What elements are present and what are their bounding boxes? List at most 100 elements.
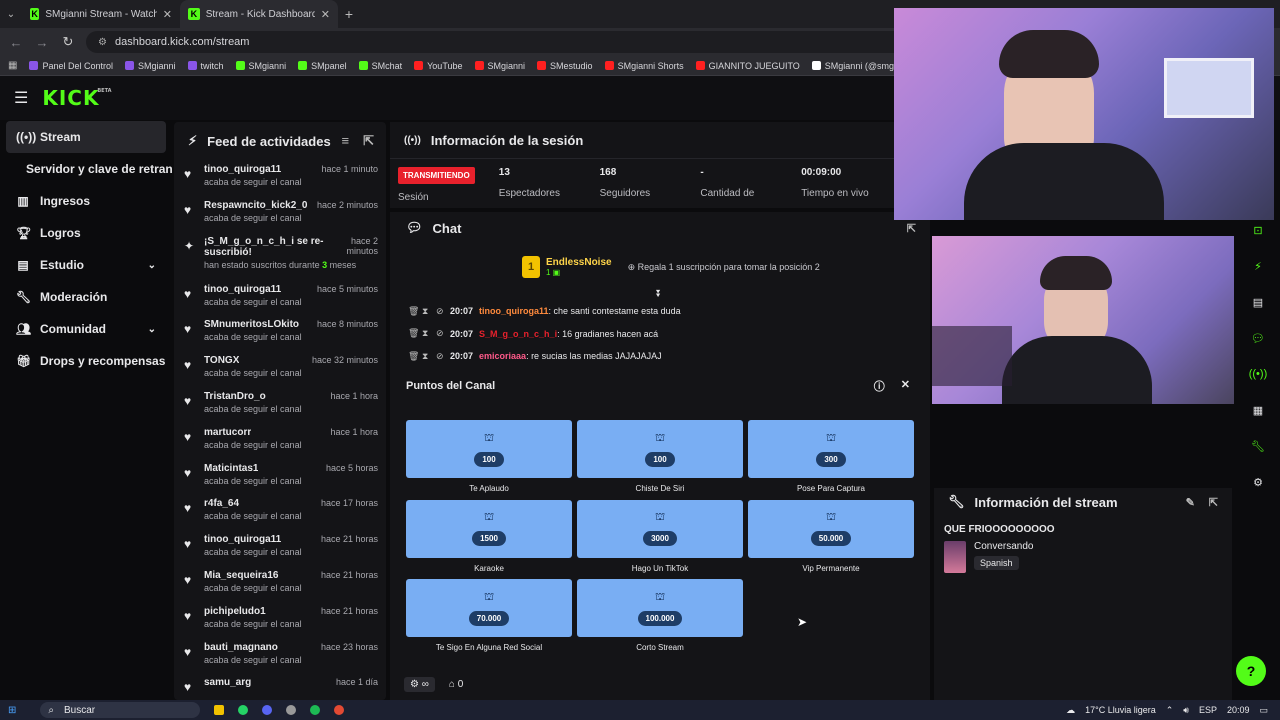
reward-box[interactable]: ⛫ 1500 <box>406 499 572 558</box>
url-field[interactable]: ⚙ dashboard.kick.com/stream <box>86 31 906 53</box>
reward-card[interactable]: ⛫ 100.000 Corto Stream <box>577 579 743 652</box>
bookmark-item[interactable]: SMgianni <box>474 61 525 71</box>
help-button[interactable]: ? <box>1236 656 1266 686</box>
back-icon[interactable]: ← <box>8 35 24 50</box>
forward-icon[interactable]: → <box>34 35 50 50</box>
feed-username[interactable]: TONGX <box>204 355 239 366</box>
sidebar-item-ingresos[interactable]: ▥ Ingresos <box>0 185 172 217</box>
reward-card[interactable]: ⛫ 70.000 Te Sigo En Alguna Red Social <box>406 579 572 652</box>
reward-box[interactable]: ⛫ 3000 <box>577 499 743 558</box>
ban-icon[interactable]: ⊘ <box>436 328 444 339</box>
bookmark-item[interactable]: SMgianni <box>125 61 176 71</box>
document-icon[interactable]: ▤ <box>1246 290 1270 314</box>
sidebar-item-stream[interactable]: ((•)) Stream <box>6 121 166 153</box>
language-indicator[interactable]: ESP <box>1199 705 1217 715</box>
reward-card[interactable]: ⛫ 100 Te Aplaudo <box>406 420 572 493</box>
close-icon[interactable]: ✕ <box>321 8 330 21</box>
feed-username[interactable]: tinoo_quiroga11 <box>204 534 281 545</box>
windows-start-icon[interactable]: ⊞ <box>8 705 16 716</box>
reward-card[interactable]: ⛫ 50.000 Vip Permanente <box>748 499 914 573</box>
bookmark-item[interactable]: SMgianni Shorts <box>604 61 684 71</box>
feed-username[interactable]: Respawncito_kick2_0 <box>204 200 307 211</box>
feed-username[interactable]: samu_arg <box>204 677 251 688</box>
bookmark-item[interactable]: YouTube <box>414 61 463 71</box>
popout-icon[interactable]: ⇱ <box>907 222 916 235</box>
spotify-icon[interactable] <box>310 705 321 715</box>
sidebar-item-drops[interactable]: 🎁︎ Drops y recompensas <box>0 345 172 377</box>
timeout-icon[interactable]: ⧗ <box>422 306 430 317</box>
reward-card[interactable]: ⛫ 100 Chiste De Siri <box>577 420 743 493</box>
edit-icon[interactable]: ✎ <box>1186 496 1195 509</box>
popout-icon[interactable]: ⇱ <box>1209 496 1218 509</box>
bookmark-item[interactable]: Panel Del Control <box>29 61 113 71</box>
sidebar-item-comunidad[interactable]: 👥︎ Comunidad ⌄ <box>0 313 172 345</box>
sidebar-item-logros[interactable]: 🏆︎ Logros <box>0 217 172 249</box>
sidebar-item-moderacion[interactable]: 🔧︎ Moderación <box>0 281 172 313</box>
bookmark-item[interactable]: twitch <box>187 61 224 71</box>
reward-box[interactable]: ⛫ 100 <box>577 420 743 478</box>
timeout-icon[interactable]: ⧗ <box>422 328 430 339</box>
tray-overflow-icon[interactable]: ⌃ <box>1166 705 1174 716</box>
close-icon[interactable]: ✕ <box>163 8 172 21</box>
reward-box[interactable]: ⛫ 50.000 <box>748 499 914 558</box>
bolt-icon[interactable]: ⚡︎ <box>1246 254 1270 278</box>
reward-card[interactable]: ⛫ 3000 Hago Un TikTok <box>577 499 743 573</box>
weather-text[interactable]: 17°C Lluvia ligera <box>1085 705 1156 715</box>
hamburger-menu-icon[interactable]: ☰ <box>14 88 28 108</box>
feed-username[interactable]: tinoo_quiroga11 <box>204 164 281 175</box>
people-icon[interactable]: ⚙ <box>1246 470 1270 494</box>
sidebar-item-estudio[interactable]: ▤ Estudio ⌄ <box>0 249 172 281</box>
reward-box[interactable]: ⛫ 300 <box>748 420 914 478</box>
taskbar-search[interactable]: ⌕ Buscar <box>40 702 201 718</box>
volume-icon[interactable]: 🔊︎ <box>1183 705 1189 716</box>
ban-icon[interactable]: ⊘ <box>436 351 444 362</box>
chat-username[interactable]: tinoo_quiroga11 <box>479 306 549 316</box>
apps-icon[interactable]: ▦ <box>8 60 17 71</box>
tab-kick-dashboard[interactable]: K Stream - Kick Dashboard ✕ <box>180 0 338 28</box>
popout-icon[interactable]: ⇱ <box>363 133 374 149</box>
site-info-icon[interactable]: ⚙ <box>98 37 107 48</box>
ban-icon[interactable]: ⊘ <box>436 306 444 317</box>
reload-icon[interactable]: ↻ <box>60 34 76 50</box>
bookmark-item[interactable]: SMgianni <box>235 61 286 71</box>
points-infinity-chip[interactable]: ⚙ ∞ <box>404 677 435 692</box>
reward-card[interactable]: ⛫ 1500 Karaoke <box>406 499 572 573</box>
chat-username[interactable]: emicoriaaa <box>479 351 526 361</box>
close-icon[interactable]: ✕ <box>901 378 910 394</box>
category-thumbnail[interactable] <box>944 541 966 573</box>
trash-icon[interactable]: 🗑︎ <box>408 306 419 317</box>
feed-username[interactable]: r4fa_64 <box>204 498 239 509</box>
tab-search-icon[interactable]: ⌄ <box>0 9 22 20</box>
feed-username[interactable]: tinoo_quiroga11 <box>204 284 281 295</box>
bookmark-item[interactable]: GIANNITO JUEGUITO <box>695 61 800 71</box>
bookmark-item[interactable]: SMestudio <box>537 61 593 71</box>
bookmark-item[interactable]: SMpanel <box>298 61 347 71</box>
broadcast-icon[interactable]: ((•)) <box>1246 362 1270 386</box>
grid-icon[interactable]: ▦ <box>1246 398 1270 422</box>
tab-kick-watch[interactable]: K SMgianni Stream - Watch Live o ✕ <box>22 0 180 28</box>
info-icon[interactable]: ⓘ <box>874 378 885 394</box>
feed-username[interactable]: Maticintas1 <box>204 463 258 474</box>
whatsapp-icon[interactable] <box>238 705 249 715</box>
chrome-icon[interactable] <box>334 705 345 715</box>
bookmark-item[interactable]: SMchat <box>358 61 402 71</box>
reward-box[interactable]: ⛫ 70.000 <box>406 579 572 637</box>
reward-box[interactable]: ⛫ 100.000 <box>577 579 743 637</box>
chat-username[interactable]: S_M_g_o_n_c_h_i <box>479 329 557 339</box>
discord-icon[interactable] <box>262 705 273 715</box>
obs-icon[interactable] <box>286 705 297 715</box>
timeout-icon[interactable]: ⧗ <box>422 351 430 362</box>
feed-username[interactable]: SMnumeritosLOkito <box>204 319 299 330</box>
camera-icon[interactable]: ⊡ <box>1246 218 1270 242</box>
kick-logo[interactable]: KICK BETA <box>42 86 111 110</box>
filter-icon[interactable]: ≡ <box>342 133 350 149</box>
notifications-icon[interactable]: ▭ <box>1259 705 1268 716</box>
reward-box[interactable]: ⛫ 100 <box>406 420 572 478</box>
wrench-icon[interactable]: 🔧︎ <box>1246 434 1270 458</box>
stream-preview[interactable] <box>932 236 1234 404</box>
new-tab-icon[interactable]: + <box>338 6 360 22</box>
feed-username[interactable]: TristanDro_o <box>204 391 266 402</box>
sidebar-item-server-key[interactable]: Servidor y clave de retransmisión <box>0 153 172 185</box>
store-button[interactable]: ⌂ 0 <box>449 679 463 690</box>
trash-icon[interactable]: 🗑︎ <box>408 328 419 339</box>
